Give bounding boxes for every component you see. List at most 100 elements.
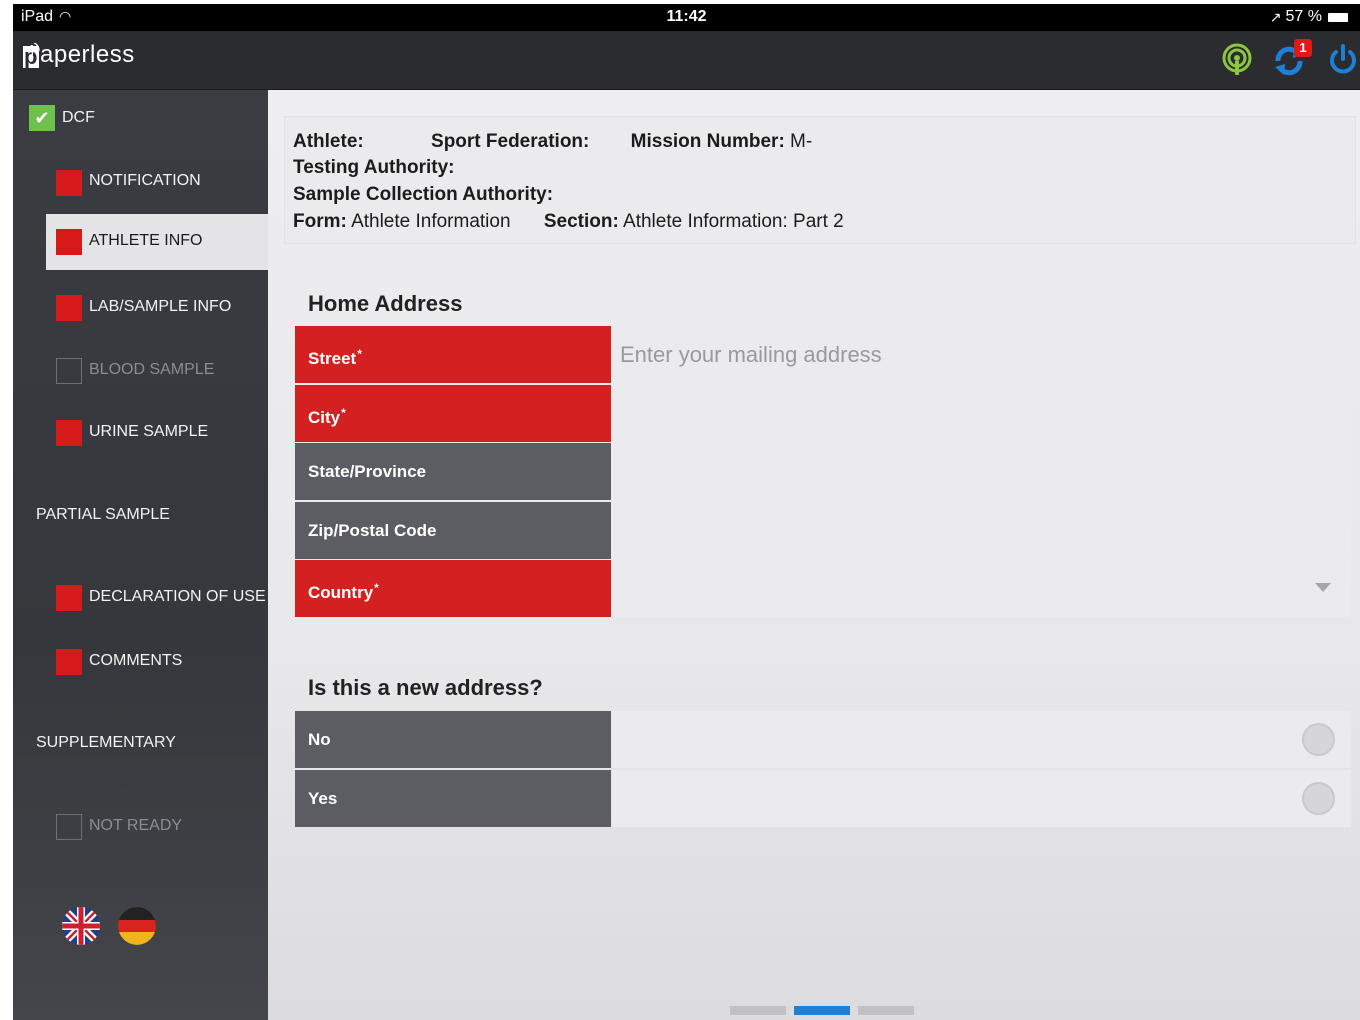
zip-input[interactable] [612,502,1351,559]
error-status-icon [56,295,82,321]
error-status-icon [56,229,82,255]
radio-yes[interactable] [1302,782,1335,815]
required-mark: * [357,347,362,361]
error-status-icon [56,170,82,196]
sidebar: ✔ DCF NOTIFICATION ATHLETE INFO LAB/SAMP… [13,90,268,1020]
app-header: ))) paperless 1 [13,31,1360,90]
status-time: 11:42 [666,8,707,25]
disabled-status-icon [56,814,82,840]
battery-icon [1328,12,1348,22]
mission-number-label: Mission Number: [630,131,785,152]
logo-mark: ))) p [23,41,42,68]
sidebar-item-not-ready[interactable]: NOT READY [13,800,268,858]
section-value: Athlete Information: Part 2 [623,211,844,232]
city-row: City* [295,385,1351,442]
app-logo: ))) paperless [23,41,135,81]
error-status-icon [56,585,82,611]
street-field-container [612,326,1351,383]
street-input[interactable] [612,326,1351,383]
sidebar-item-blood-sample[interactable]: BLOOD SAMPLE [13,344,268,402]
section-label: Section: [543,211,619,232]
sidebar-item-lab-sample-info[interactable]: LAB/SAMPLE INFO [13,280,268,340]
testing-authority-label: Testing Authority: [293,157,455,178]
sidebar-item-athlete-info[interactable]: ATHLETE INFO [46,214,268,270]
status-right: ↗ 57 % [1270,8,1348,26]
new-address-option-yes[interactable]: Yes [295,770,1351,827]
battery-percent: 57 % [1285,8,1322,25]
mission-number-value: M- [790,131,813,152]
radio-no[interactable] [1302,723,1335,756]
error-status-icon [56,420,82,446]
sidebar-item-dcf[interactable]: ✔ DCF [13,90,268,148]
checkmark-icon: ✔ [29,105,55,131]
sidebar-section-partial-sample[interactable]: PARTIAL SAMPLE [13,490,268,530]
page-indicator-1[interactable] [730,1006,786,1015]
chevron-down-icon [1315,583,1331,592]
page-indicator-2-active[interactable] [794,1006,850,1015]
signal-icon[interactable] [1220,43,1254,77]
city-label: City* [295,385,611,442]
option-no-label: No [295,711,611,768]
city-field-container [612,385,1351,442]
disabled-status-icon [56,358,82,384]
required-mark: * [341,406,346,420]
athlete-info-header: Athlete: Sport Federation: Mission Numbe… [284,116,1356,244]
power-icon[interactable] [1326,43,1360,77]
notification-badge: 1 [1294,39,1312,57]
zip-row: Zip/Postal Code [295,502,1351,559]
location-icon: ↗ [1269,8,1282,25]
page-indicator-3[interactable] [858,1006,914,1015]
sidebar-item-label: ATHLETE INFO [89,232,203,249]
country-row: Country* [295,560,1351,617]
state-row: State/Province [295,443,1351,500]
sample-collection-authority-label: Sample Collection Authority: [293,184,554,205]
sidebar-item-label: NOT READY [89,817,183,834]
sport-federation-label: Sport Federation: [431,131,590,152]
sidebar-item-label: DECLARATION OF USE [89,588,266,605]
logo-text: aperless [40,41,135,68]
sidebar-item-label: DCF [62,109,95,126]
sidebar-section-label: SUPPLEMENTARY [36,734,176,751]
new-address-option-no[interactable]: No [295,711,1351,768]
sidebar-item-urine-sample[interactable]: URINE SAMPLE [13,406,268,464]
state-field-container [612,443,1351,500]
athlete-label: Athlete: [293,131,364,152]
app-frame: iPad ◠ 11:42 ↗ 57 % ))) paperless 1 ✔ DC… [13,4,1360,1020]
sidebar-item-comments[interactable]: COMMENTS [13,635,268,693]
street-row: Street* [295,326,1351,383]
country-select[interactable] [612,560,1351,617]
info-row-4: Form: Athlete Information Section: Athle… [293,211,844,233]
uk-flag-icon[interactable] [62,907,100,945]
zip-label: Zip/Postal Code [295,502,611,559]
info-row-3: Sample Collection Authority: [293,184,553,206]
city-label-text: City [308,408,341,427]
status-bar: iPad ◠ 11:42 ↗ 57 % [13,4,1360,31]
state-label: State/Province [295,443,611,500]
form-value: Athlete Information [351,211,511,232]
sidebar-item-label: BLOOD SAMPLE [89,361,215,378]
sidebar-section-supplementary[interactable]: SUPPLEMENTARY [13,720,268,760]
sidebar-item-notification[interactable]: NOTIFICATION [13,150,268,212]
info-row-2: Testing Authority: [293,157,454,179]
street-label-text: Street [308,349,357,368]
option-yes-label: Yes [295,770,611,827]
state-input[interactable] [612,443,1351,500]
info-row-1: Athlete: Sport Federation: Mission Numbe… [293,131,812,153]
error-status-icon [56,649,82,675]
new-address-title: Is this a new address? [308,675,543,700]
option-no-field[interactable] [612,711,1351,768]
main-content: Athlete: Sport Federation: Mission Numbe… [268,90,1360,1020]
home-address-title: Home Address [308,291,463,316]
required-mark: * [374,581,379,595]
option-yes-field[interactable] [612,770,1351,827]
sidebar-item-label: NOTIFICATION [89,172,201,189]
sidebar-item-declaration-of-use[interactable]: DECLARATION OF USE [13,570,268,630]
country-label: Country* [295,560,611,617]
city-input[interactable] [612,385,1351,442]
zip-field-container [612,502,1351,559]
street-label: Street* [295,326,611,383]
sidebar-section-label: PARTIAL SAMPLE [36,506,170,523]
sidebar-item-label: URINE SAMPLE [89,423,209,440]
german-flag-icon[interactable] [118,907,156,945]
form-label: Form: [293,211,347,232]
